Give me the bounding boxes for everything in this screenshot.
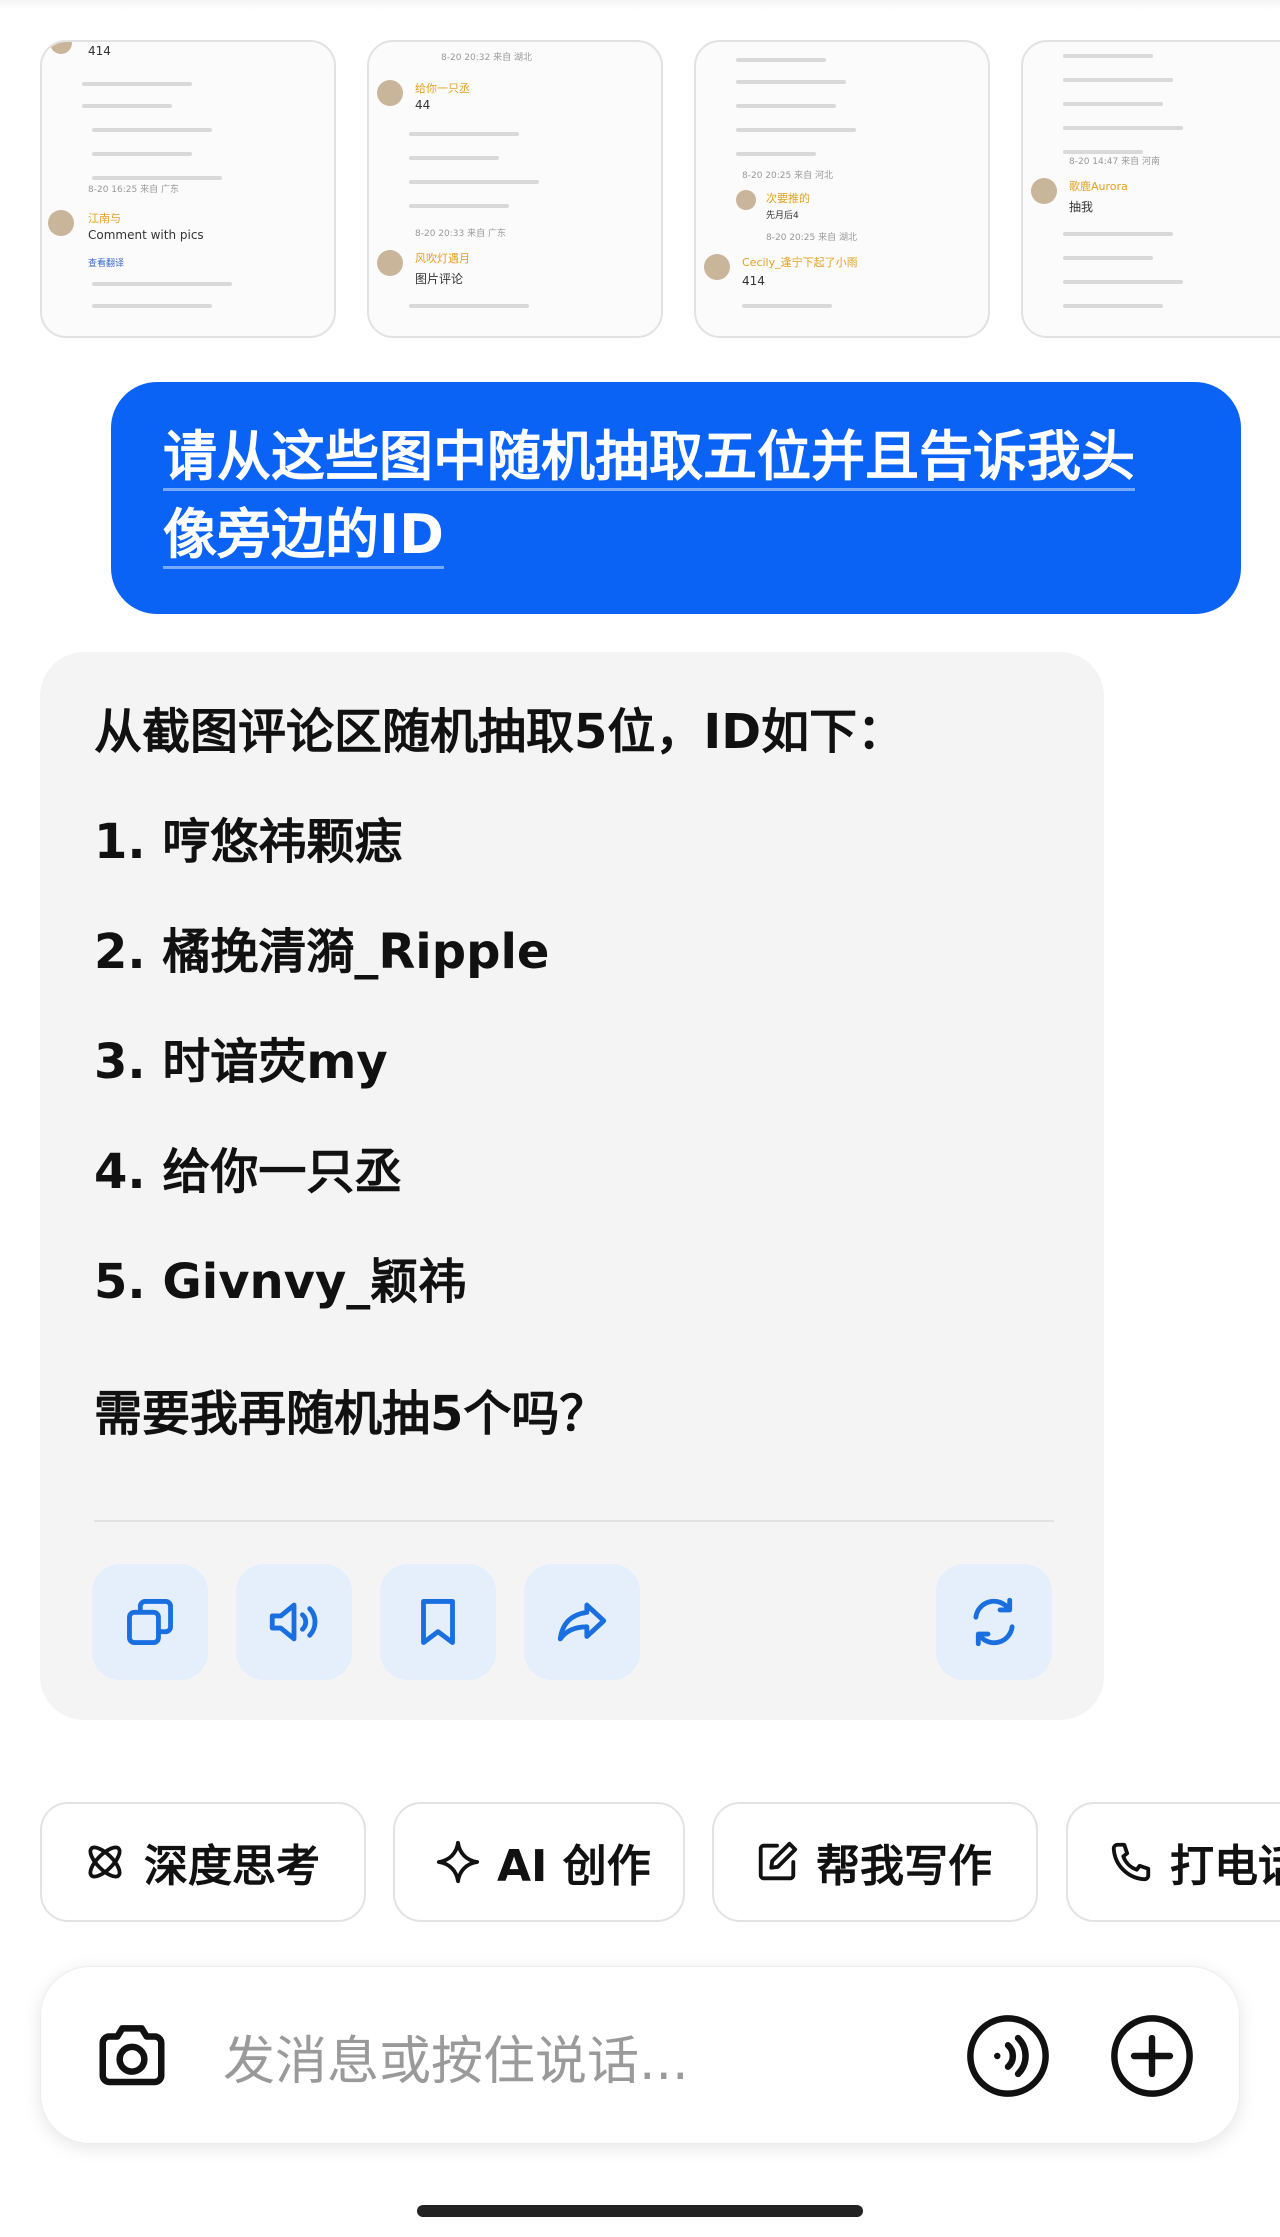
thumb-name: 江南与 (88, 212, 121, 225)
edit-icon (758, 1841, 798, 1881)
sparkle-icon (436, 1840, 480, 1884)
thumb-name-2: 风吹灯遇月 (415, 252, 470, 265)
thumb-name: 歌鹿Aurora (1069, 180, 1128, 193)
assistant-followup: 需要我再随机抽5个吗？ (94, 1386, 608, 1442)
speaker-icon (269, 1602, 318, 1642)
thumb-name-2: Cecily_逢宁下起了小雨 (742, 256, 858, 269)
thumb-name: 给你一只丞 (415, 82, 470, 95)
top-edge (0, 0, 1280, 10)
bookmark-button[interactable] (380, 1564, 496, 1680)
thumb-link: 查看翻译 (88, 259, 125, 269)
read-aloud-button[interactable] (236, 1564, 352, 1680)
refresh-icon (973, 1597, 1015, 1647)
image-thumbnails-row: 414 8-20 16:25 来自 广东 江南与 Comment with pi… (40, 40, 1280, 340)
chip-deep-thinking[interactable]: 深度思考 (40, 1802, 366, 1922)
user-message-line-2: 像旁边的ID (163, 503, 444, 569)
assistant-message-bubble: 从截图评论区随机抽取5位，ID如下： 1. 哼悠祎颗痣 2. 橘挽清漪_Ripp… (40, 652, 1104, 1720)
copy-button[interactable] (92, 1564, 208, 1680)
chip-label: 帮我写作 (816, 1841, 992, 1892)
copy-icon (127, 1599, 173, 1645)
thumbnail-1[interactable]: 414 8-20 16:25 来自 广东 江南与 Comment with pi… (40, 40, 336, 338)
chip-label: AI 创作 (497, 1841, 651, 1892)
phone-icon (1111, 1842, 1151, 1882)
assistant-intro: 从截图评论区随机抽取5位，ID如下： (94, 704, 906, 760)
user-message-bubble[interactable]: 请从这些图中随机抽取五位并且告诉我头 像旁边的ID (111, 382, 1241, 614)
thumb-time-2: 8-20 20:25 来自 湖北 (766, 233, 857, 243)
thumb-text-2: 图片评论 (415, 272, 464, 286)
thumb-time: 8-20 20:32 来自 湖北 (441, 53, 532, 63)
chip-phone-call[interactable]: 打电话 (1066, 1802, 1280, 1922)
bookmark-icon (421, 1599, 455, 1645)
camera-icon[interactable] (93, 2017, 171, 2095)
thumbnail-4[interactable]: 8-20 14:47 来自 河南 歌鹿Aurora 抽我 (1021, 40, 1280, 338)
thumbnail-3[interactable]: 8-20 20:25 来自 河北 次要推的 先月后4 8-20 20:25 来自… (694, 40, 990, 338)
thumb-name: 次要推的 (766, 192, 810, 205)
message-input-bar[interactable]: 发消息或按住说话... (40, 1966, 1240, 2144)
result-item-4: 4. 给你一只丞 (94, 1144, 403, 1200)
chip-label: 深度思考 (144, 1841, 320, 1892)
message-input[interactable]: 发消息或按住说话... (223, 2019, 689, 2094)
atom-icon (88, 1845, 122, 1879)
share-button[interactable] (524, 1564, 640, 1680)
thumb-count: 44 (415, 98, 431, 112)
thumb-time: 8-20 20:25 来自 河北 (742, 171, 833, 181)
thumb-count: 414 (88, 44, 111, 58)
share-icon (557, 1602, 607, 1642)
thumb-text: 先月后4 (766, 211, 799, 221)
home-indicator[interactable] (417, 2205, 863, 2217)
chip-ai-creation[interactable]: AI 创作 (393, 1802, 685, 1922)
chip-label: 打电话 (1170, 1841, 1280, 1892)
chip-help-write[interactable]: 帮我写作 (712, 1802, 1038, 1922)
voice-icon[interactable] (965, 2013, 1051, 2099)
add-icon[interactable] (1109, 2013, 1195, 2099)
thumb-text: 抽我 (1069, 200, 1094, 214)
thumb-time-2: 8-20 20:33 来自 广东 (415, 229, 506, 239)
thumb-text: Comment with pics (88, 228, 204, 242)
result-item-3: 3. 时谙荧my (94, 1034, 388, 1090)
regenerate-button[interactable] (936, 1564, 1052, 1680)
thumb-time: 8-20 14:47 来自 河南 (1069, 157, 1160, 167)
result-item-1: 1. 哼悠祎颗痣 (94, 814, 403, 870)
thumb-count: 414 (742, 274, 765, 288)
divider (94, 1520, 1054, 1522)
thumb-time: 8-20 16:25 来自 广东 (88, 185, 179, 195)
result-item-5: 5. Givnvy_颖祎 (94, 1254, 467, 1310)
thumbnail-2[interactable]: 8-20 20:32 来自 湖北 给你一只丞 44 8-20 20:33 来自 … (367, 40, 663, 338)
user-message-line-1: 请从这些图中随机抽取五位并且告诉我头 (163, 425, 1135, 491)
result-item-2: 2. 橘挽清漪_Ripple (94, 924, 550, 980)
